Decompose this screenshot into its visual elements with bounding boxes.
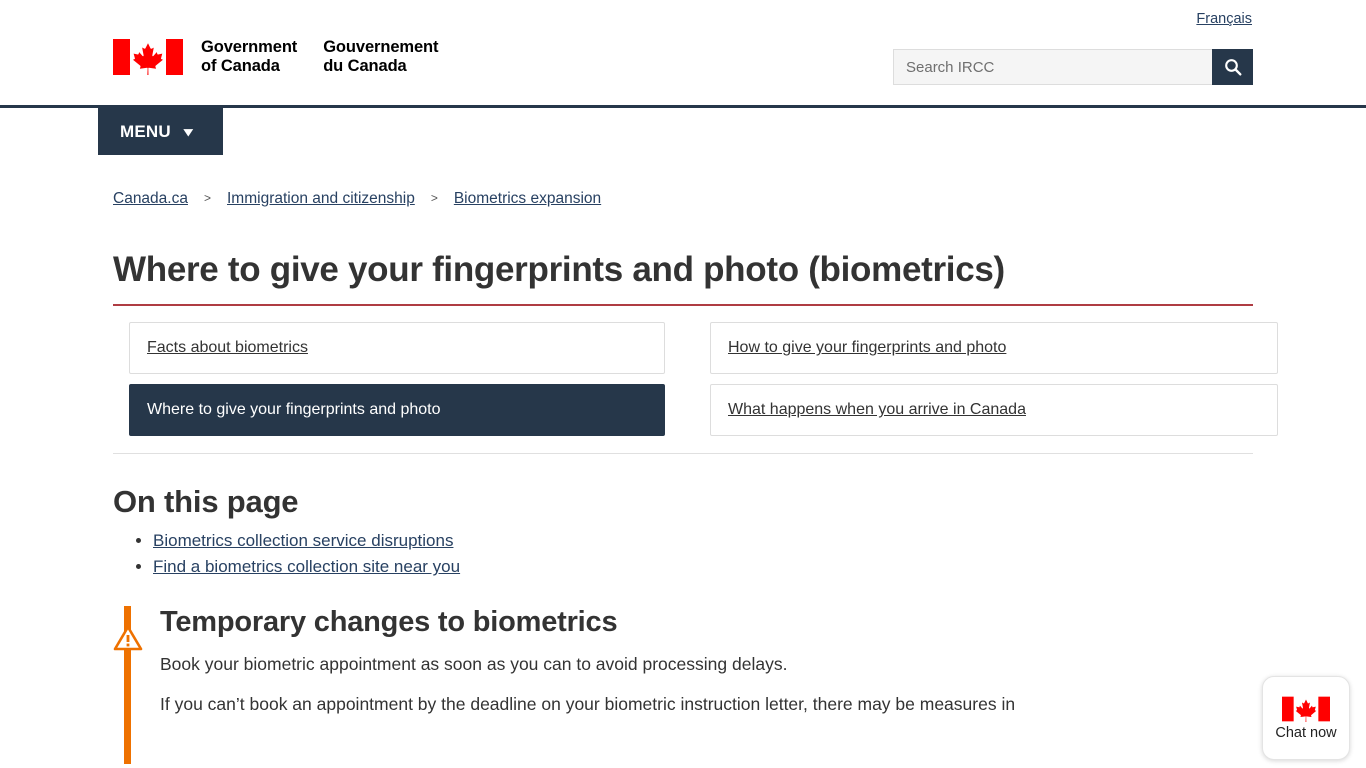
site-header: Français Government of Canada Gouverneme…	[0, 0, 1366, 105]
alert-paragraph-2: If you can’t book an appointment by the …	[160, 693, 1016, 714]
breadcrumb-item-immigration-and-citizenship[interactable]: Immigration and citizenship	[227, 190, 415, 208]
page-title: Where to give your fingerprints and phot…	[113, 208, 1253, 307]
tab-cell-what-happens: What happens when you arrive in Canada	[710, 384, 1278, 437]
on-this-page-link-find-collection-site[interactable]: Find a biometrics collection site near y…	[153, 557, 460, 576]
tab-cell-facts: Facts about biometrics	[113, 322, 681, 375]
on-this-page-list: Biometrics collection service disruption…	[113, 528, 1253, 580]
tab-label: Where to give your fingerprints and phot…	[147, 401, 441, 419]
on-this-page-link-service-disruptions[interactable]: Biometrics collection service disruption…	[153, 531, 453, 550]
wordmark: Government of Canada Gouvernement du Can…	[201, 38, 439, 76]
search-icon	[1224, 59, 1241, 76]
tab-how-to-give-fingerprints-and-photo[interactable]: How to give your fingerprints and photo	[710, 322, 1278, 375]
alert-temporary-changes: Temporary changes to biometrics Book you…	[113, 606, 1253, 764]
main-nav-bar: MENU ▾	[0, 108, 1366, 160]
government-of-canada-brand[interactable]: Government of Canada Gouvernement du Can…	[113, 38, 439, 76]
chevron-down-icon: ▾	[183, 124, 193, 139]
tab-what-happens-when-you-arrive-in-canada[interactable]: What happens when you arrive in Canada	[710, 384, 1278, 437]
alert-paragraph-1: Book your biometric appointment as soon …	[160, 654, 788, 675]
search-input[interactable]	[893, 49, 1212, 85]
menu-button-label: MENU	[120, 121, 171, 141]
alert-title: Temporary changes to biometrics	[160, 606, 618, 639]
warning-triangle-icon	[113, 625, 143, 651]
breadcrumb-item-biometrics-expansion[interactable]: Biometrics expansion	[454, 190, 601, 208]
tab-cell-where-to-give: Where to give your fingerprints and phot…	[113, 384, 681, 437]
wordmark-french: Gouvernement du Canada	[323, 38, 439, 75]
section-tab-grid: Facts about biometrics How to give your …	[113, 306, 1278, 437]
tab-label: How to give your fingerprints and photo	[728, 339, 1007, 357]
language-toggle-link[interactable]: Français	[1196, 11, 1252, 27]
list-item: Biometrics collection service disruption…	[153, 528, 1253, 554]
chat-now-widget[interactable]: Chat now	[1262, 676, 1350, 760]
tab-where-to-give-fingerprints-and-photo[interactable]: Where to give your fingerprints and phot…	[129, 384, 665, 437]
search-button[interactable]	[1212, 49, 1253, 85]
main-content: Canada.ca > Immigration and citizenship …	[0, 160, 1366, 764]
breadcrumb-separator: >	[203, 191, 211, 205]
tab-facts-about-biometrics[interactable]: Facts about biometrics	[129, 322, 665, 375]
breadcrumb: Canada.ca > Immigration and citizenship …	[113, 160, 1253, 208]
language-toggle-bar: Français	[1196, 10, 1252, 28]
breadcrumb-item-canada-ca[interactable]: Canada.ca	[113, 190, 188, 208]
breadcrumb-separator: >	[430, 191, 438, 205]
menu-button[interactable]: MENU ▾	[98, 108, 223, 155]
tab-label: What happens when you arrive in Canada	[728, 401, 1026, 419]
canada-flag-icon	[113, 39, 183, 75]
canada-flag-icon	[1282, 696, 1330, 722]
tab-cell-how-to-give: How to give your fingerprints and photo	[710, 322, 1278, 375]
site-search	[893, 49, 1253, 85]
wordmark-english: Government of Canada	[201, 38, 298, 75]
tab-label: Facts about biometrics	[147, 339, 308, 357]
on-this-page-heading: On this page	[113, 484, 299, 520]
chat-now-label: Chat now	[1275, 724, 1337, 741]
list-item: Find a biometrics collection site near y…	[153, 554, 1253, 580]
